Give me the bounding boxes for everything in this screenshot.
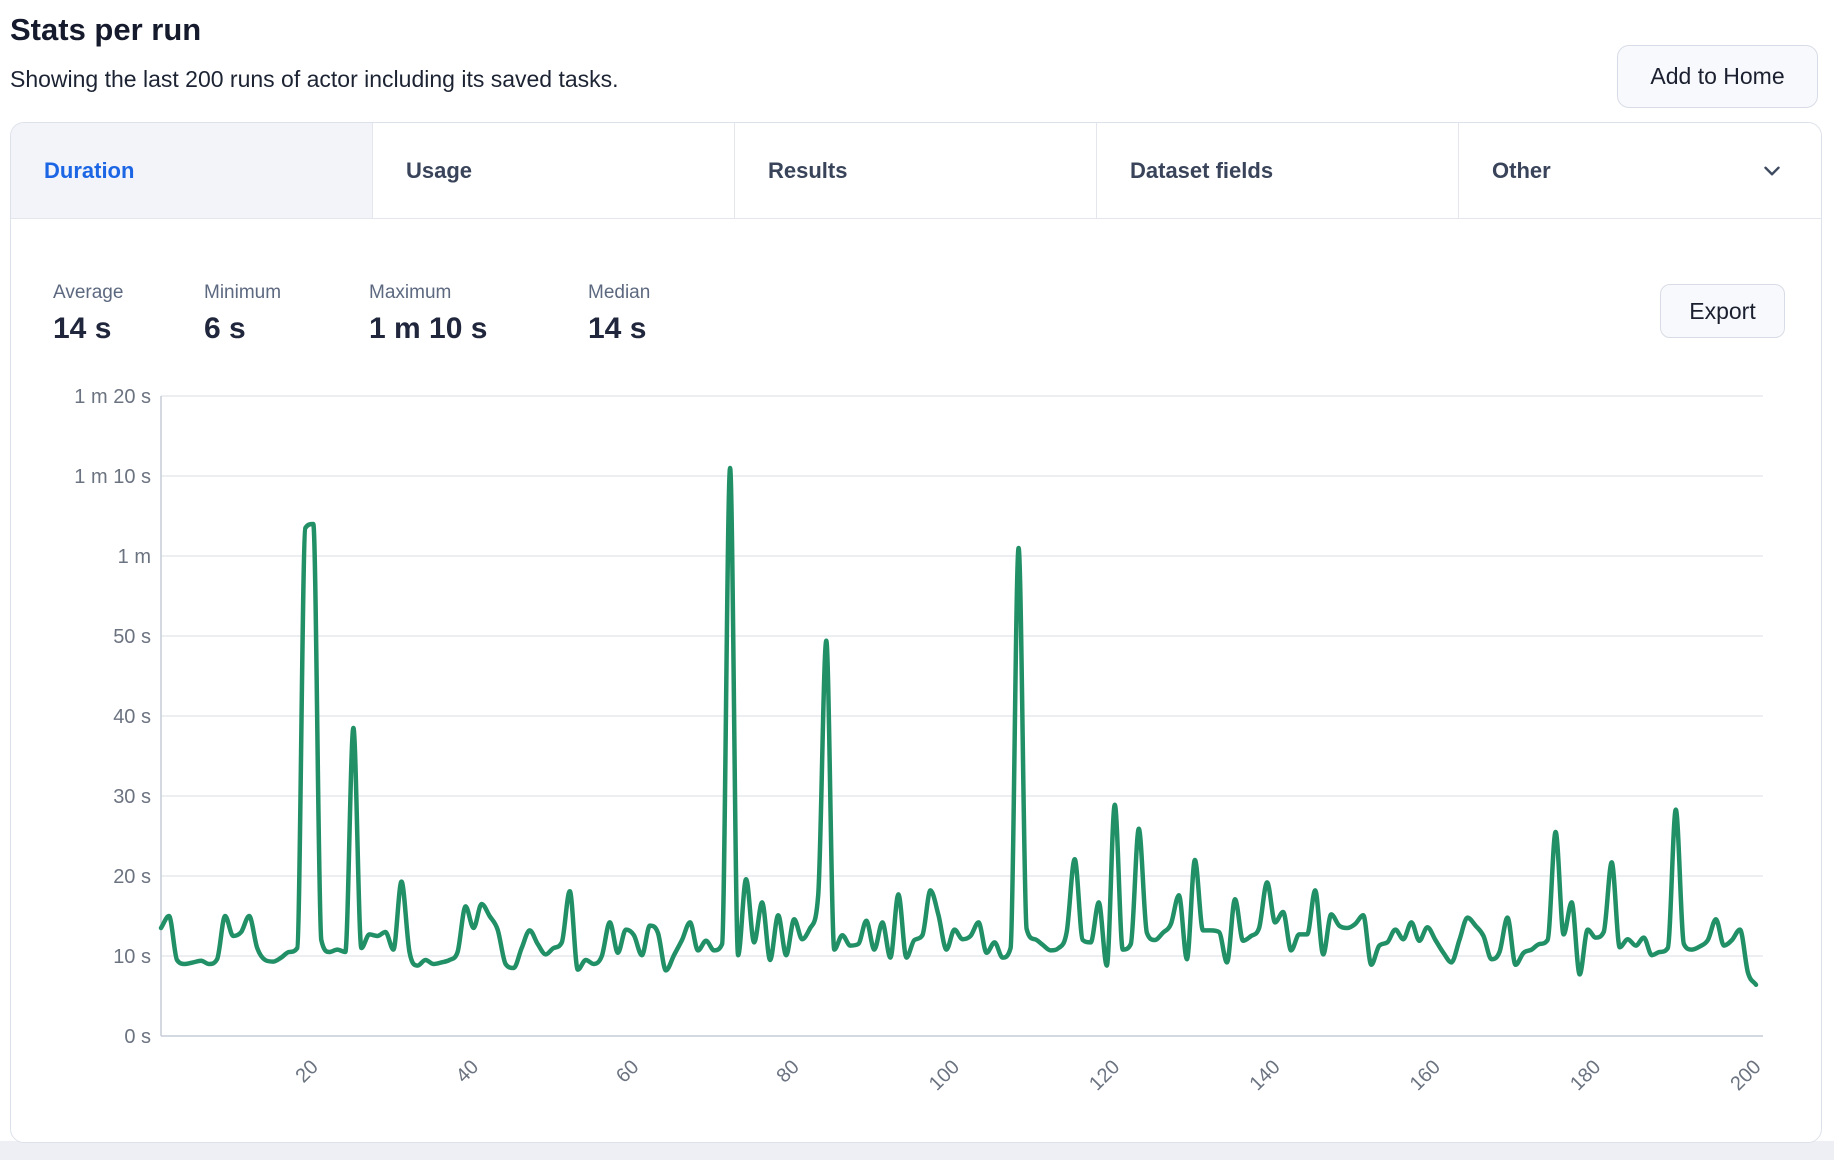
add-to-home-label: Add to Home (1650, 63, 1784, 90)
stats-per-run-page: Stats per run Showing the last 200 runs … (0, 0, 1834, 1160)
bottom-strip (0, 1141, 1834, 1160)
page-subtitle: Showing the last 200 runs of actor inclu… (10, 66, 619, 93)
stats-card: Duration Usage Results Dataset fields Ot… (10, 122, 1822, 1143)
svg-text:50 s: 50 s (113, 626, 151, 648)
svg-text:60: 60 (612, 1056, 643, 1087)
svg-text:120: 120 (1085, 1056, 1124, 1095)
svg-text:180: 180 (1566, 1056, 1605, 1095)
chart-y-axis-labels: 0 s 10 s 20 s 30 s 40 s 50 s 1 m 1 m 10 s 1 m 20… (74, 386, 151, 1048)
svg-text:20: 20 (292, 1056, 323, 1087)
duration-chart[interactable]: 0 s 10 s 20 s 30 s 40 s 50 s 1 m 1 m 10 s 1 m 20… (11, 123, 1822, 1143)
svg-text:10 s: 10 s (113, 946, 151, 968)
svg-text:80: 80 (772, 1056, 803, 1087)
svg-text:40 s: 40 s (113, 706, 151, 728)
svg-text:160: 160 (1406, 1056, 1445, 1095)
svg-text:1 m 20 s: 1 m 20 s (74, 386, 151, 408)
svg-text:40: 40 (452, 1056, 483, 1087)
svg-text:140: 140 (1245, 1056, 1284, 1095)
svg-text:1 m 10 s: 1 m 10 s (74, 466, 151, 488)
svg-text:100: 100 (925, 1056, 964, 1095)
chart-x-axis-labels: 20 40 60 80 100 120 140 160 180 200 (292, 1056, 1766, 1095)
svg-text:1 m: 1 m (118, 546, 151, 568)
svg-text:0 s: 0 s (124, 1026, 151, 1048)
duration-line-series[interactable] (161, 468, 1756, 985)
svg-text:20 s: 20 s (113, 866, 151, 888)
add-to-home-button[interactable]: Add to Home (1617, 45, 1818, 108)
svg-text:200: 200 (1726, 1056, 1765, 1095)
page-title: Stats per run (10, 12, 201, 48)
svg-text:30 s: 30 s (113, 786, 151, 808)
